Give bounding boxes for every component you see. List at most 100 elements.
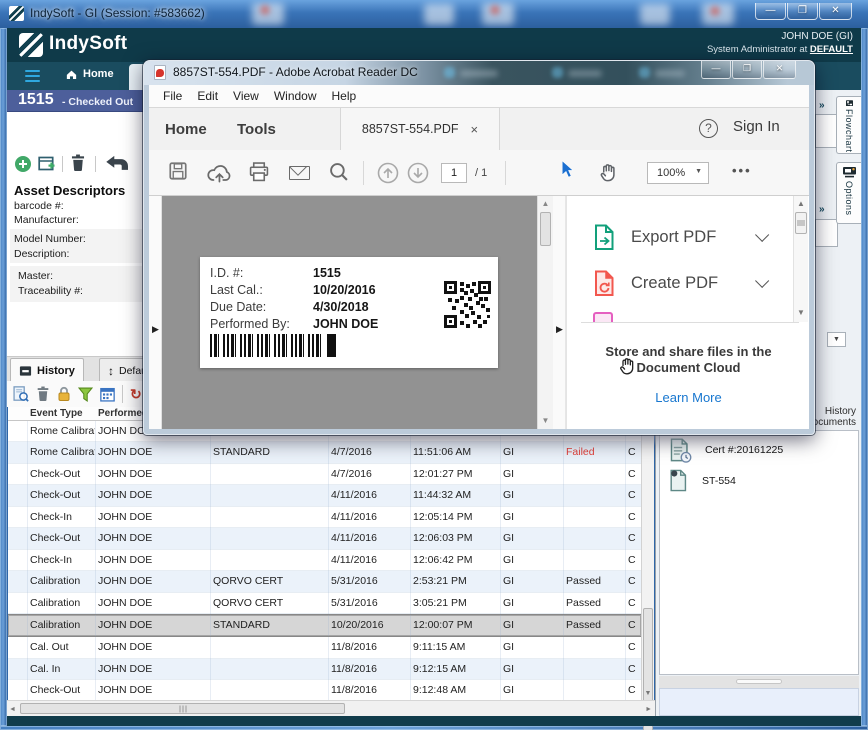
tab-home[interactable]: Home xyxy=(165,108,207,150)
scrollbar-thumb[interactable] xyxy=(795,212,807,234)
export-pdf-item[interactable]: Export PDF xyxy=(567,222,787,252)
hamburger-menu-icon[interactable] xyxy=(25,70,40,84)
tab-document[interactable]: 8857ST-554.PDF × xyxy=(340,108,500,150)
preview-document-icon[interactable] xyxy=(13,386,29,402)
print-icon[interactable] xyxy=(249,162,269,182)
scroll-left-icon[interactable]: ◄ xyxy=(9,705,16,715)
right-pane-bar[interactable]: ▶ xyxy=(553,196,566,429)
acrobat-window[interactable]: 8857ST-554.PDF - Adobe Acrobat Reader DC… xyxy=(143,60,815,435)
pdf-vertical-scrollbar[interactable]: ▲ ▼ xyxy=(537,196,553,429)
table-vertical-scrollbar[interactable]: ▼ xyxy=(641,421,654,700)
user-role-prefix: System Administrator at xyxy=(707,44,810,55)
minimize-button[interactable]: — xyxy=(755,3,786,20)
row-gutter xyxy=(8,615,28,636)
maximize-button[interactable]: ❐ xyxy=(787,3,818,20)
more-tools-icon[interactable]: ••• xyxy=(732,163,752,178)
scroll-down-icon[interactable]: ▼ xyxy=(794,308,808,318)
learn-more-link[interactable]: Learn More xyxy=(567,390,810,405)
dropdown-button[interactable]: ▼ xyxy=(827,332,846,347)
collapse-chevrons-icon[interactable]: » xyxy=(819,204,825,215)
value-id: 1515 xyxy=(313,266,341,280)
add-icon[interactable] xyxy=(15,156,31,172)
table-row[interactable]: Cal. InJOHN DOE11/8/20169:12:15 AMGIC xyxy=(8,659,641,680)
acrobat-maximize-button[interactable]: ❐ xyxy=(732,61,762,79)
scrollbar-thumb[interactable] xyxy=(540,212,551,246)
email-icon[interactable] xyxy=(289,166,310,180)
table-cell: 9:12:15 AM xyxy=(411,659,501,680)
scroll-right-icon[interactable]: ► xyxy=(645,705,652,715)
help-icon[interactable]: ? xyxy=(699,119,718,138)
table-row[interactable]: CalibrationJOHN DOEQORVO CERT5/31/20162:… xyxy=(8,571,641,592)
scroll-down-icon[interactable]: ▼ xyxy=(642,689,654,699)
table-row[interactable]: Check-InJOHN DOE4/11/201612:06:42 PMGIC xyxy=(8,550,641,571)
page-up-icon[interactable] xyxy=(377,162,399,184)
calendar-add-icon[interactable] xyxy=(38,155,55,172)
table-row[interactable]: Check-OutJOHN DOE11/8/20169:12:48 AMGIC xyxy=(8,680,641,701)
search-icon[interactable] xyxy=(329,162,349,182)
table-row[interactable]: CalibrationJOHN DOESTANDARD10/20/201612:… xyxy=(8,614,641,637)
create-pdf-item[interactable]: Create PDF xyxy=(567,268,787,298)
table-cell: GI xyxy=(501,680,564,701)
hand-tool-icon[interactable] xyxy=(599,162,619,183)
save-icon[interactable] xyxy=(169,162,187,180)
select-tool-icon[interactable] xyxy=(561,160,574,179)
nav-home[interactable]: Home xyxy=(65,68,114,80)
calendar-grid-icon[interactable] xyxy=(100,387,115,402)
page-number-input[interactable]: 1 xyxy=(441,163,467,183)
acrobat-close-button[interactable]: ✕ xyxy=(763,61,796,79)
chevron-down-icon[interactable] xyxy=(755,228,769,242)
table-row[interactable]: Check-OutJOHN DOE4/11/201611:44:32 AMGIC xyxy=(8,485,641,506)
table-row[interactable]: Rome CalibraticJOHN DOESTANDARD4/7/20161… xyxy=(8,442,641,463)
chevron-down-icon[interactable] xyxy=(755,274,769,288)
sign-in-link[interactable]: Sign In xyxy=(733,118,780,135)
menu-view[interactable]: View xyxy=(233,89,259,103)
scrollbar-thumb[interactable] xyxy=(20,703,345,714)
side-field[interactable] xyxy=(815,219,838,247)
undo-check-in-icon[interactable] xyxy=(105,155,135,171)
table-row[interactable]: CalibrationJOHN DOEQORVO CERT5/31/20163:… xyxy=(8,593,641,614)
pdf-page-area[interactable]: I.D. #:1515 Last Cal.:10/20/2016 Due Dat… xyxy=(162,196,537,429)
scroll-up-icon[interactable]: ▲ xyxy=(538,199,553,209)
acrobat-titlebar[interactable]: 8857ST-554.PDF - Adobe Acrobat Reader DC… xyxy=(144,61,814,85)
table-row[interactable]: Check-OutJOHN DOE4/7/201612:01:27 PMGIC xyxy=(8,464,641,485)
tab-tools[interactable]: Tools xyxy=(237,108,276,150)
pane-expand-icon[interactable]: ▶ xyxy=(556,324,563,335)
collapse-chevrons-icon[interactable]: » xyxy=(819,100,825,111)
page-down-icon[interactable] xyxy=(407,162,429,184)
menu-window[interactable]: Window xyxy=(274,89,317,103)
close-button[interactable]: ✕ xyxy=(819,3,852,20)
filter-icon[interactable] xyxy=(78,387,93,402)
zoom-level-select[interactable]: 100% ▼ xyxy=(647,162,709,184)
tools-scrollbar[interactable]: ▲ ▼ xyxy=(793,196,808,322)
delete-icon[interactable] xyxy=(70,154,86,172)
menu-edit[interactable]: Edit xyxy=(197,89,218,103)
acrobat-minimize-button[interactable]: — xyxy=(701,61,731,79)
side-field[interactable] xyxy=(815,114,838,148)
tab-options[interactable]: Options xyxy=(836,162,861,224)
scroll-down-icon[interactable]: ▼ xyxy=(538,416,553,426)
list-item[interactable]: Cert #:20161225 xyxy=(670,438,783,463)
scroll-up-icon[interactable]: ▲ xyxy=(794,199,808,209)
left-pane-bar[interactable]: ▶ xyxy=(149,196,162,429)
cloud-upload-icon[interactable] xyxy=(207,163,233,183)
table-cell: Check-In xyxy=(28,507,96,528)
pane-expand-icon[interactable]: ▶ xyxy=(152,324,159,335)
lock-icon[interactable] xyxy=(57,386,71,402)
tab-history[interactable]: History xyxy=(10,358,84,382)
tab-close-icon[interactable]: × xyxy=(471,122,479,137)
column-header-event-type[interactable]: Event Type xyxy=(30,408,83,419)
menu-help[interactable]: Help xyxy=(332,89,357,103)
menu-file[interactable]: File xyxy=(163,89,182,103)
table-row[interactable]: Cal. OutJOHN DOE11/8/20169:11:15 AMGIC xyxy=(8,637,641,658)
delete-row-icon[interactable] xyxy=(36,386,50,402)
table-row[interactable]: Check-OutJOHN DOE4/11/201612:06:03 PMGIC xyxy=(8,528,641,549)
tab-flowchart[interactable]: Flowchart xyxy=(836,96,861,154)
table-row[interactable]: Check-InJOHN DOE4/11/201612:05:14 PMGIC xyxy=(8,507,641,528)
refresh-icon[interactable]: ↻ xyxy=(130,386,142,403)
splitter-grip[interactable] xyxy=(736,679,782,684)
main-window-titlebar[interactable]: IndySoft - GI (Session: #583662) — ❐ ✕ xyxy=(0,0,868,28)
table-horizontal-scrollbar[interactable]: ◄ ► xyxy=(7,700,655,716)
list-item[interactable]: ST-554 xyxy=(670,469,736,492)
panel-splitter[interactable] xyxy=(659,676,859,688)
user-role-link[interactable]: DEFAULT xyxy=(810,44,853,55)
